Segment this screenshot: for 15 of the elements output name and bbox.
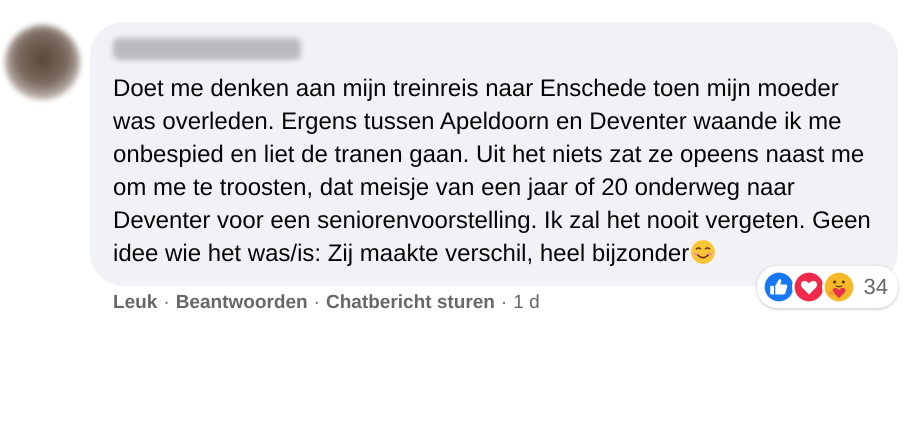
avatar-placeholder[interactable]: [5, 25, 80, 100]
heart-icon: [792, 270, 826, 304]
reaction-count: 34: [864, 274, 888, 300]
hugging-face-icon: [822, 270, 856, 304]
thumbs-up-icon: [762, 270, 796, 304]
comment-action-link[interactable]: Beantwoorden: [176, 292, 308, 314]
comment-text: Doet me denken aan mijn treinreis naar Enschede toen mijn moeder was overleden. Ergens tussen Apeldoorn en Deventer waande ik me onbespied en liet de tranen gaan. Uit het niets zat ze opeens naast me om me te troosten, dat meisje van een jaar of 20 onderweg naar Deventer voor een seniorenvoorstelling. Ik zal het nooit vergeten. Geen idee wie het was/is: Zij maakte verschil, heel bijzonder: [113, 74, 872, 269]
separator-dot: ·: [163, 292, 170, 314]
smiling-face-icon: [690, 239, 716, 265]
comment-action-link[interactable]: Leuk: [113, 292, 158, 314]
timestamp-link[interactable]: 1 d: [513, 292, 540, 314]
comment-action-link[interactable]: Chatbericht sturen: [326, 292, 495, 314]
separator-dot: ·: [314, 292, 320, 314]
reactions-summary[interactable]: 34: [756, 266, 898, 308]
separator-dot: ·: [500, 292, 508, 314]
